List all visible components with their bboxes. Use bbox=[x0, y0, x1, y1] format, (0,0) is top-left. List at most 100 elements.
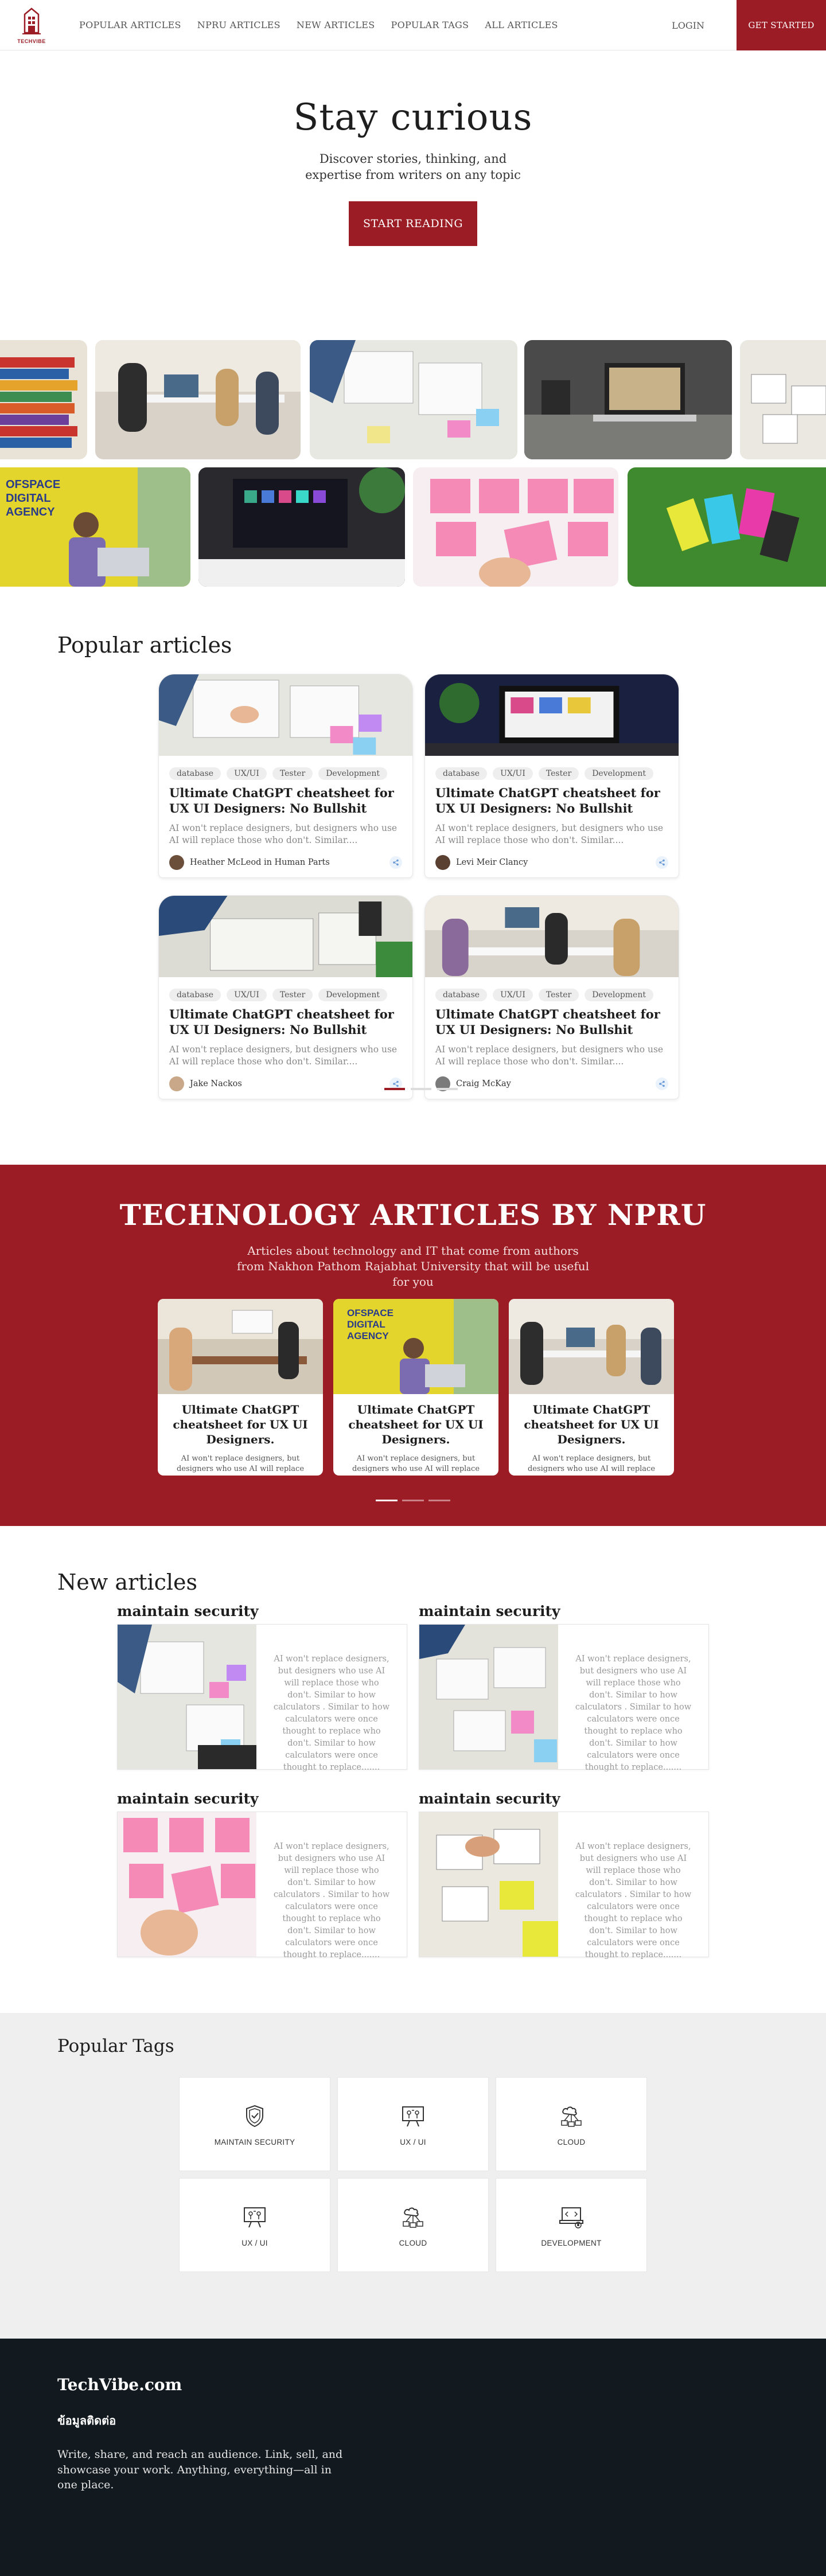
article-card[interactable]: database UX/UI Tester Development Ultima… bbox=[424, 674, 679, 878]
tag-list: database UX/UI Tester Development bbox=[425, 977, 679, 1001]
tag-list: database UX/UI Tester Development bbox=[159, 756, 412, 780]
article-author-row: Heather McLeod in Human Parts bbox=[159, 847, 412, 871]
nav-popular-articles[interactable]: POPULAR ARTICLES bbox=[79, 19, 181, 30]
popular-articles-grid: database UX/UI Tester Development Ultima… bbox=[158, 674, 679, 1099]
carousel-dot[interactable] bbox=[384, 1088, 405, 1090]
npru-article-title[interactable]: Ultimate ChatGPT cheatsheet for UX UI De… bbox=[158, 1394, 323, 1447]
logo-text: TECHVIBE bbox=[17, 38, 46, 44]
tag-chip[interactable]: UX/UI bbox=[493, 989, 533, 1001]
logo[interactable]: TECHVIBE bbox=[0, 0, 63, 50]
hero-subtitle: Discover stories, thinking, and expertis… bbox=[305, 152, 521, 182]
new-article-item[interactable]: maintain security AI won't replace desig… bbox=[419, 1790, 709, 1960]
article-card[interactable]: database UX/UI Tester Development Ultima… bbox=[158, 674, 413, 878]
tag-chip[interactable]: Tester bbox=[538, 989, 579, 1001]
gallery-photo-cards-grass bbox=[628, 467, 826, 587]
tag-tile-cloud[interactable]: CLOUD bbox=[337, 2178, 489, 2272]
article-card[interactable]: database UX/UI Tester Development Ultima… bbox=[158, 895, 413, 1099]
article-image bbox=[159, 674, 412, 756]
get-started-button[interactable]: GET STARTED bbox=[737, 0, 826, 50]
npru-section: TECHNOLOGY ARTICLES BY NPRU Articles abo… bbox=[0, 1165, 826, 1526]
article-title[interactable]: Ultimate ChatGPT cheatsheet for UX UI De… bbox=[425, 1001, 679, 1038]
new-article-title[interactable]: maintain security bbox=[419, 1790, 709, 1807]
new-article-box: AI won't replace designers, but designer… bbox=[117, 1812, 407, 1960]
new-article-title[interactable]: maintain security bbox=[117, 1790, 407, 1807]
nav-new-articles[interactable]: NEW ARTICLES bbox=[297, 19, 375, 30]
tag-chip[interactable]: UX/UI bbox=[227, 767, 267, 780]
npru-article-card[interactable]: Ultimate ChatGPT cheatsheet for UX UI De… bbox=[509, 1299, 674, 1476]
tag-tile-ux-ui[interactable]: UX / UI bbox=[179, 2178, 330, 2272]
share-icon[interactable] bbox=[656, 1078, 668, 1091]
tag-chip[interactable]: Development bbox=[585, 767, 653, 780]
article-image bbox=[419, 1812, 558, 1957]
new-article-excerpt: AI won't replace designers, but designer… bbox=[575, 1842, 692, 1960]
article-title[interactable]: Ultimate ChatGPT cheatsheet for UX UI De… bbox=[159, 1001, 412, 1038]
avatar bbox=[435, 855, 450, 871]
tag-chip[interactable]: Development bbox=[318, 767, 387, 780]
new-article-item[interactable]: maintain security AI won't replace desig… bbox=[419, 1603, 709, 1772]
carousel-dot[interactable] bbox=[411, 1088, 431, 1090]
article-image bbox=[425, 896, 679, 977]
article-title[interactable]: Ultimate ChatGPT cheatsheet for UX UI De… bbox=[159, 780, 412, 817]
ux-ui-icon bbox=[244, 2207, 266, 2227]
logo-icon bbox=[22, 7, 41, 34]
tag-chip[interactable]: Tester bbox=[538, 767, 579, 780]
gallery-photo-wireframes bbox=[740, 340, 826, 459]
new-article-title[interactable]: maintain security bbox=[117, 1603, 407, 1619]
nav-all-articles[interactable]: ALL ARTICLES bbox=[485, 19, 558, 30]
author-name[interactable]: Heather McLeod in Human Parts bbox=[190, 858, 330, 867]
article-author-row: Jake Nackos bbox=[159, 1068, 412, 1092]
tag-tile-cloud[interactable]: CLOUD bbox=[496, 2077, 647, 2171]
footer-site-name[interactable]: TechVibe.com bbox=[57, 2375, 826, 2394]
hero-title: Stay curious bbox=[293, 96, 533, 139]
avatar bbox=[169, 855, 184, 871]
share-icon[interactable] bbox=[389, 856, 402, 869]
tag-chip[interactable]: UX/UI bbox=[493, 767, 533, 780]
start-reading-button[interactable]: START READING bbox=[349, 201, 477, 247]
login-link[interactable]: LOGIN bbox=[672, 20, 704, 31]
tag-chip[interactable]: database bbox=[169, 767, 221, 780]
new-article-title[interactable]: maintain security bbox=[419, 1603, 709, 1619]
shield-icon bbox=[246, 2105, 263, 2127]
tag-chip[interactable]: database bbox=[169, 989, 221, 1001]
author-name[interactable]: Craig McKay bbox=[456, 1079, 511, 1088]
hero: Stay curious Discover stories, thinking,… bbox=[0, 50, 826, 340]
gallery-photo-laptop bbox=[524, 340, 732, 459]
tag-chip[interactable]: Development bbox=[318, 989, 387, 1001]
tag-chip[interactable]: database bbox=[435, 989, 488, 1001]
top-nav: TECHVIBE POPULAR ARTICLES NPRU ARTICLES … bbox=[0, 0, 826, 50]
npru-carousel-indicators bbox=[376, 1500, 450, 1501]
tag-chip[interactable]: Tester bbox=[272, 989, 313, 1001]
tag-tile-ux-ui[interactable]: UX / UI bbox=[337, 2077, 489, 2171]
nav-npru-articles[interactable]: NPRU ARTICLES bbox=[197, 19, 280, 30]
tag-chip[interactable]: Tester bbox=[272, 767, 313, 780]
carousel-dot[interactable] bbox=[437, 1088, 458, 1090]
nav-popular-tags[interactable]: POPULAR TAGS bbox=[391, 19, 469, 30]
share-icon[interactable] bbox=[656, 856, 668, 869]
new-article-item[interactable]: maintain security AI won't replace desig… bbox=[117, 1790, 407, 1960]
popular-tags-title: Popular Tags bbox=[57, 2036, 174, 2056]
cloud-network-icon bbox=[403, 2207, 423, 2228]
tag-chip[interactable]: database bbox=[435, 767, 488, 780]
npru-article-card[interactable]: Ultimate ChatGPT cheatsheet for UX UI De… bbox=[158, 1299, 323, 1476]
tag-tile-maintain-security[interactable]: MAINTAIN SECURITY bbox=[179, 2077, 330, 2171]
carousel-dot[interactable] bbox=[402, 1500, 424, 1501]
nav-actions: LOGIN GET STARTED bbox=[672, 0, 826, 50]
new-articles-grid: maintain security AI won't replace desig… bbox=[117, 1603, 709, 1960]
tag-chip[interactable]: UX/UI bbox=[227, 989, 267, 1001]
npru-article-title[interactable]: Ultimate ChatGPT cheatsheet for UX UI De… bbox=[509, 1394, 674, 1447]
author-name[interactable]: Jake Nackos bbox=[190, 1079, 242, 1088]
tag-chip[interactable]: Development bbox=[585, 989, 653, 1001]
npru-article-title[interactable]: Ultimate ChatGPT cheatsheet for UX UI De… bbox=[333, 1394, 498, 1447]
carousel-dot[interactable] bbox=[428, 1500, 450, 1501]
npru-article-card[interactable]: OFSPACE DIGITAL AGENCY Ultimate ChatGPT ch… bbox=[333, 1299, 498, 1476]
npru-article-excerpt: AI won't replace designers, but designer… bbox=[527, 1454, 656, 1476]
avatar bbox=[169, 1076, 184, 1092]
author-name[interactable]: Levi Meir Clancy bbox=[456, 858, 528, 867]
carousel-dot[interactable] bbox=[376, 1500, 398, 1501]
article-title[interactable]: Ultimate ChatGPT cheatsheet for UX UI De… bbox=[425, 780, 679, 817]
gallery-photo-agency: OFSPACE DIGITAL AGENCY bbox=[0, 467, 190, 587]
tag-tile-development[interactable]: DEVELOPMENT bbox=[496, 2178, 647, 2272]
popular-articles-section: Popular articles database UX/UI Tester D… bbox=[0, 588, 826, 1165]
new-article-item[interactable]: maintain security AI won't replace desig… bbox=[117, 1603, 407, 1772]
article-card[interactable]: database UX/UI Tester Development Ultima… bbox=[424, 895, 679, 1099]
